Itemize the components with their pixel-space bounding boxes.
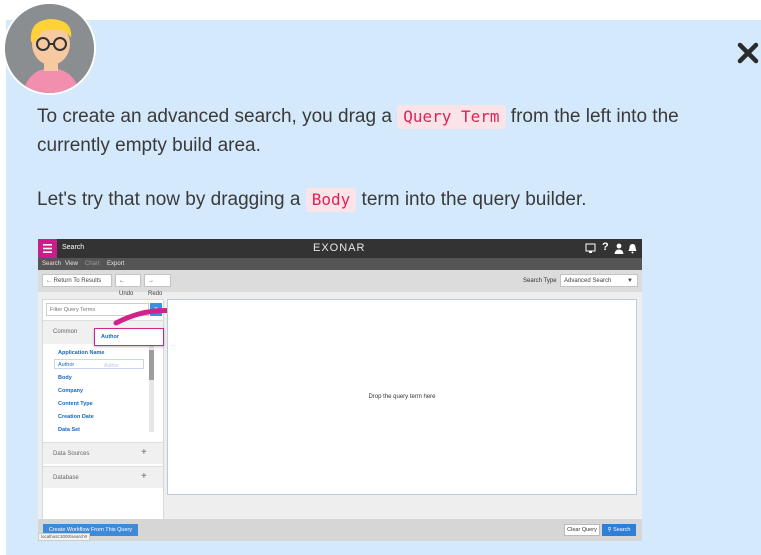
term-data-set[interactable]: Data Set — [58, 427, 80, 433]
exonar-logo: EXONAR — [313, 242, 366, 254]
app-section-title: Search — [62, 244, 85, 251]
app-top-bar: Search EXONAR ? — [38, 239, 642, 258]
status-url: localhost:3000/search# — [38, 533, 91, 541]
clear-query-button[interactable]: Clear Query — [564, 524, 600, 536]
term-list-scrollbar-thumb[interactable] — [149, 350, 154, 380]
query-build-area[interactable]: Drop the query term here — [167, 299, 637, 495]
search-type-label: Search Type — [523, 278, 557, 284]
search-button[interactable]: ⚲ Search — [602, 524, 636, 536]
instruction-text: To create an advanced search, you drag a — [37, 106, 392, 127]
section-data-sources-label: Data Sources — [53, 451, 90, 457]
hamburger-icon — [43, 244, 52, 253]
close-icon — [737, 42, 759, 64]
close-button[interactable] — [737, 42, 759, 64]
hamburger-menu-button[interactable] — [38, 239, 57, 258]
section-database-label: Database — [53, 475, 79, 481]
expand-database-icon[interactable]: + — [141, 471, 147, 482]
filter-placeholder: Filter Query Terms — [50, 307, 96, 313]
term-creation-date[interactable]: Creation Date — [58, 414, 94, 420]
expand-data-sources-icon[interactable]: + — [141, 447, 147, 458]
search-type-value: Advanced Search — [564, 278, 612, 284]
term-content-type[interactable]: Content Type — [58, 401, 93, 407]
app-screenshot: Search EXONAR ? Search View Chart Export… — [38, 239, 642, 541]
section-data-sources[interactable]: Data Sources + — [43, 442, 163, 464]
term-author[interactable]: Author — [58, 362, 74, 368]
body-code: Body — [305, 188, 357, 212]
instruction-text: currently empty build area. — [37, 135, 261, 156]
app-bottom-bar: Create Workflow From This Query Clear Qu… — [38, 519, 642, 541]
instruction-text: Let's try that now by dragging a — [37, 189, 301, 210]
instruction-line-3: Let's try that now by dragging a Body te… — [37, 186, 749, 214]
term-company[interactable]: Company — [58, 388, 83, 394]
redo-button[interactable]: → Redo — [144, 274, 171, 297]
search-button-label: Search — [613, 527, 631, 533]
instruction-text: term into the query builder. — [361, 189, 587, 210]
term-list: Application Name Author Author Body Comp… — [46, 344, 148, 433]
menu-item-view[interactable]: View — [65, 261, 78, 267]
app-toolbar: ← Return To Results ← Undo → Redo Search… — [38, 270, 642, 297]
user-icon[interactable] — [614, 243, 624, 254]
query-term-code: Query Term — [397, 105, 506, 129]
return-to-results-button[interactable]: ← Return To Results — [42, 274, 112, 287]
undo-button[interactable]: ← Undo — [115, 274, 141, 297]
app-menu-bar: Search View Chart Export — [38, 258, 642, 270]
chevron-down-icon: ▼ — [627, 278, 633, 284]
screen-share-icon[interactable] — [585, 243, 596, 254]
search-icon: ⚲ — [607, 527, 612, 533]
menu-item-export[interactable]: Export — [107, 261, 124, 267]
term-application-name[interactable]: Application Name — [58, 350, 104, 356]
search-type-select[interactable]: Advanced Search ▼ — [560, 274, 638, 287]
menu-item-chart[interactable]: Chart — [85, 261, 100, 267]
term-body[interactable]: Body — [58, 375, 72, 381]
drop-hint: Drop the query term here — [368, 394, 436, 400]
author-ghost-label: Author — [104, 363, 119, 369]
help-icon[interactable]: ? — [602, 241, 609, 253]
term-list-scrollbar[interactable] — [149, 344, 154, 432]
menu-item-search[interactable]: Search — [42, 261, 61, 267]
instruction-line-2: currently empty build area. — [37, 132, 749, 160]
bell-icon[interactable] — [628, 243, 637, 254]
section-common-label: Common — [53, 329, 78, 335]
instruction-line-1: To create an advanced search, you drag a… — [37, 103, 749, 131]
instruction-text: from the left into the — [510, 106, 679, 127]
section-database[interactable]: Database + — [43, 466, 163, 488]
avatar — [3, 2, 96, 95]
avatar-illustration — [5, 4, 94, 93]
